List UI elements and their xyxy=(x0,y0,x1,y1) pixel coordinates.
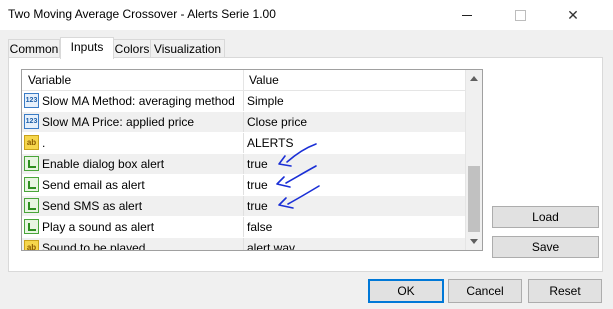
boolean-icon xyxy=(24,156,39,171)
table-row[interactable]: 123 Slow MA Price: applied price Close p… xyxy=(22,112,466,133)
table-row[interactable]: Send email as alert true xyxy=(22,175,466,196)
tab-colors[interactable]: Colors xyxy=(111,39,153,58)
column-header-variable[interactable]: Variable xyxy=(28,73,71,87)
tab-common[interactable]: Common xyxy=(8,39,60,58)
table-row[interactable]: Enable dialog box alert true xyxy=(22,154,466,175)
scroll-down-button[interactable] xyxy=(466,233,482,250)
variable-value[interactable]: Simple xyxy=(247,94,284,108)
tab-visualization[interactable]: Visualization xyxy=(150,39,225,58)
chevron-down-icon xyxy=(470,239,478,244)
boolean-icon xyxy=(24,219,39,234)
scroll-thumb[interactable] xyxy=(468,166,480,232)
numeric-123-icon: 123 xyxy=(24,93,39,108)
minimize-button[interactable] xyxy=(444,0,490,30)
variable-name: Sound to be played xyxy=(42,241,146,251)
title-bar: Two Moving Average Crossover - Alerts Se… xyxy=(0,0,613,30)
column-divider[interactable] xyxy=(243,70,244,90)
variable-value[interactable]: true xyxy=(247,178,268,192)
ok-button[interactable]: OK xyxy=(368,279,444,303)
reset-button[interactable]: Reset xyxy=(528,279,602,303)
variable-value[interactable]: ALERTS xyxy=(247,136,293,150)
column-header-value[interactable]: Value xyxy=(249,73,279,87)
save-button[interactable]: Save xyxy=(492,236,599,258)
table-row[interactable]: Send SMS as alert true xyxy=(22,196,466,217)
close-button[interactable]: ✕ xyxy=(550,0,596,30)
inputs-panel: Variable Value 123 Slow MA Method: avera… xyxy=(8,57,603,272)
chevron-up-icon xyxy=(470,76,478,81)
variable-name: Enable dialog box alert xyxy=(42,157,165,171)
variable-name: Play a sound as alert xyxy=(42,220,155,234)
table-row[interactable]: 123 Slow MA Method: averaging method Sim… xyxy=(22,91,466,112)
load-button[interactable]: Load xyxy=(492,206,599,228)
string-ab-icon: ab xyxy=(24,240,39,250)
string-ab-icon: ab xyxy=(24,135,39,150)
boolean-icon xyxy=(24,177,39,192)
variable-name: . xyxy=(42,136,46,150)
minimize-icon xyxy=(462,14,472,16)
vertical-scrollbar[interactable] xyxy=(465,70,482,250)
grid-rows: 123 Slow MA Method: averaging method Sim… xyxy=(22,91,466,251)
maximize-icon xyxy=(514,9,526,21)
cancel-button[interactable]: Cancel xyxy=(448,279,522,303)
scroll-up-button[interactable] xyxy=(466,70,482,87)
variable-name: Slow MA Method: averaging method xyxy=(42,94,235,108)
inputs-grid: Variable Value 123 Slow MA Method: avera… xyxy=(21,69,483,251)
variable-value[interactable]: false xyxy=(247,220,272,234)
boolean-icon xyxy=(24,198,39,213)
variable-value[interactable]: true xyxy=(247,199,268,213)
variable-name: Send email as alert xyxy=(42,178,145,192)
table-row[interactable]: Play a sound as alert false xyxy=(22,217,466,238)
close-icon: ✕ xyxy=(567,6,579,23)
variable-name: Send SMS as alert xyxy=(42,199,143,213)
table-row[interactable]: ab Sound to be played alert.wav xyxy=(22,238,466,251)
grid-header: Variable Value xyxy=(22,70,466,91)
window-title: Two Moving Average Crossover - Alerts Se… xyxy=(8,7,276,21)
variable-value[interactable]: alert.wav xyxy=(247,241,295,250)
numeric-123-icon: 123 xyxy=(24,114,39,129)
variable-name: Slow MA Price: applied price xyxy=(42,115,195,129)
variable-value[interactable]: true xyxy=(247,157,268,171)
maximize-button[interactable] xyxy=(497,0,543,30)
variable-value[interactable]: Close price xyxy=(247,115,307,129)
table-row[interactable]: ab . ALERTS xyxy=(22,133,466,154)
tab-inputs[interactable]: Inputs xyxy=(60,37,114,59)
